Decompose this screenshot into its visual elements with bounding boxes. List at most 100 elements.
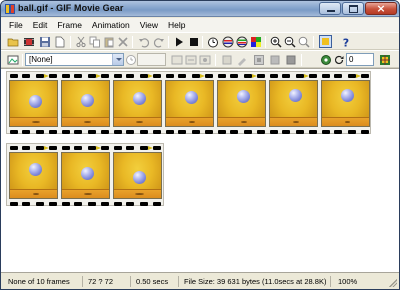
film-perforation [10,130,18,134]
copy-icon[interactable] [89,36,101,48]
chevron-down-icon[interactable] [112,54,123,65]
ball-shadow [241,121,247,123]
frame-thumbnail[interactable] [60,73,112,135]
frame-thumbnail[interactable] [60,145,112,207]
ball [81,94,94,107]
film-perforation [49,130,57,134]
palette2-icon[interactable] [236,36,248,48]
film-perforation [282,74,290,78]
save-icon[interactable] [39,36,51,48]
main-toolbar: ? [1,32,399,50]
undo-icon[interactable] [138,36,150,48]
frame-thumbnail[interactable] [216,73,268,135]
film-perforation [192,130,200,134]
frame-image [165,80,214,127]
transparency-select[interactable]: [None] [25,53,124,66]
delete-icon[interactable] [117,36,129,48]
frame-thumbnail[interactable] [268,73,320,135]
frame-delay-field[interactable] [137,53,166,66]
frame-image [61,80,110,127]
optimize-icon[interactable] [379,54,391,66]
frame-footer-strip [112,129,164,135]
help-icon[interactable]: ? [340,36,352,49]
frame-thumbnail[interactable] [8,73,60,135]
movie-icon[interactable] [23,36,35,48]
film-perforation [140,130,148,134]
open-icon[interactable] [7,36,19,48]
toolbar-separator [202,36,203,48]
ball [29,163,42,176]
film-perforation [296,130,304,134]
play-icon[interactable] [173,36,185,48]
menu-frame[interactable]: Frame [52,19,87,32]
film-perforation [62,146,70,150]
menu-view[interactable]: View [135,19,163,32]
frame-loop-icon[interactable] [185,54,197,66]
zoom-in-icon[interactable] [270,36,282,48]
frame-thumbnail[interactable] [320,73,372,135]
transparency-icon[interactable] [7,54,19,66]
toolbar-separator [313,36,314,48]
frame-play-marker-icon [44,146,49,150]
film-perforation [218,74,226,78]
ball [81,167,94,180]
frame-thumbnail[interactable] [112,145,164,207]
menu-help[interactable]: Help [163,19,190,32]
rotate-icon[interactable] [269,54,281,66]
status-zoom: 100% [338,277,358,286]
palette-icon[interactable] [222,36,234,48]
globe-gear-icon[interactable] [320,54,332,66]
film-perforation [153,146,161,150]
maximize-button[interactable] [342,2,364,15]
film-perforation [22,146,30,150]
film-perforation [244,130,252,134]
paste-icon[interactable] [103,36,115,48]
status-bar: None of 10 frames 72 ? 72 0.50 secs File… [1,272,399,289]
film-perforation [114,146,122,150]
menu-edit[interactable]: Edit [28,19,53,32]
film-perforation [126,202,134,206]
film-perforation [36,74,44,78]
resize-grip[interactable] [389,279,397,287]
brush-icon[interactable] [236,54,248,66]
frame-disposal-icon[interactable] [199,54,211,66]
ball-shadow [84,121,91,123]
film-perforation [114,130,122,134]
loop-count-field[interactable]: 0 [346,53,374,66]
minimize-button[interactable] [319,2,341,15]
frame-thumbnail[interactable] [8,145,60,207]
colors-icon[interactable] [250,36,262,48]
film-perforation [74,202,82,206]
new-icon[interactable] [54,36,66,48]
frame-play-marker-icon [252,74,257,78]
resize-icon[interactable] [253,54,265,66]
ball [289,89,302,102]
ball-shadow [84,193,92,195]
frame-thumbnail[interactable] [112,73,164,135]
menu-file[interactable]: File [4,19,28,32]
menu-animation[interactable]: Animation [87,19,135,32]
frame-header-strip [112,73,164,79]
zoom-fit-icon[interactable] [298,36,310,48]
crop-icon[interactable] [221,54,233,66]
frame-thumbnail[interactable] [164,73,216,135]
film-perforation [22,202,30,206]
loop-icon[interactable] [333,54,345,66]
close-button[interactable]: × [365,2,397,15]
zoom-out-icon[interactable] [284,36,296,48]
redo-icon[interactable] [153,36,165,48]
title-bar[interactable]: ball.gif - GIF Movie Gear × [1,1,399,17]
frame-props-icon[interactable] [171,54,183,66]
stop-icon[interactable] [188,36,200,48]
preview-icon[interactable] [319,35,332,48]
film-perforation [322,130,330,134]
clock-icon[interactable] [125,54,137,66]
timer-icon[interactable] [207,36,219,48]
toolbar-separator [70,36,71,48]
cut-icon[interactable] [75,36,87,48]
frame-image [113,80,162,127]
frame-play-marker-icon [148,74,153,78]
flip-icon[interactable] [285,54,297,66]
window-title: ball.gif - GIF Movie Gear [18,3,124,13]
film-perforation [348,130,356,134]
